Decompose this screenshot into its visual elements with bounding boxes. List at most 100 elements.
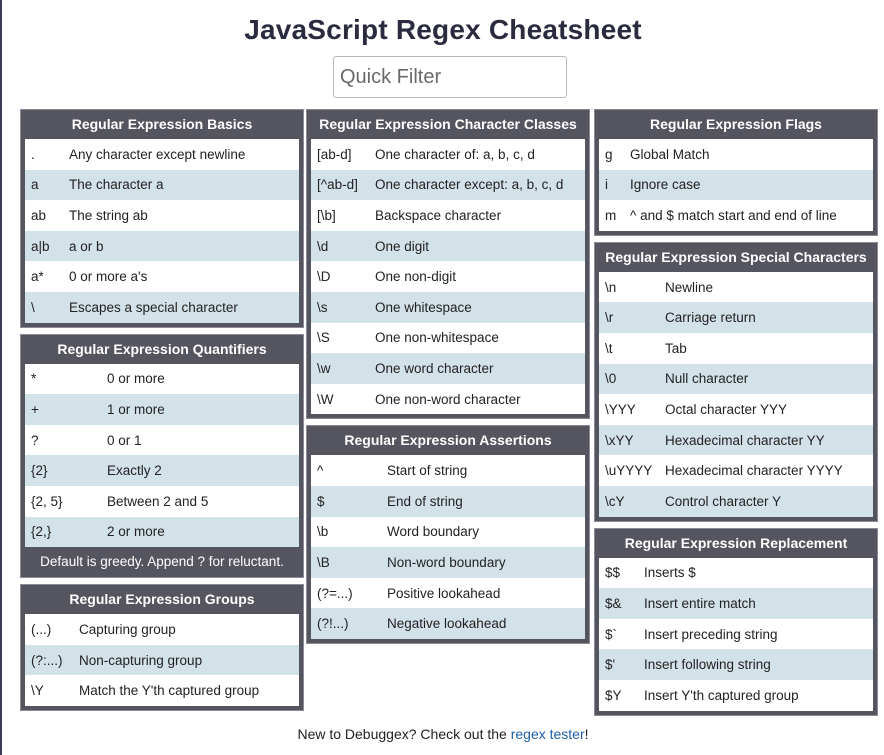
regex-description: Insert entire match xyxy=(644,595,756,611)
regex-token: \YYY xyxy=(605,401,636,417)
regex-token: a xyxy=(31,177,39,193)
regex-description: Insert preceding string xyxy=(644,626,778,642)
card-note: Default is greedy. Append ? for reluctan… xyxy=(40,554,284,570)
table-row: m ^ and $ match start and end of line xyxy=(599,200,873,231)
table-row: $Y Insert Y'th captured group xyxy=(599,679,873,711)
column-right: Regular Expression Flags g Global Match i Ig… xyxy=(594,109,878,722)
regex-token: \ xyxy=(31,299,35,315)
regex-description: Hexadecimal character YY xyxy=(665,432,825,448)
regex-token: \t xyxy=(605,340,613,356)
table-row: \uYYYY Hexadecimal character YYYY xyxy=(599,455,873,486)
card-title: Regular Expression Assertions xyxy=(344,432,552,449)
regex-token: $` xyxy=(605,626,618,642)
table-row: ? 0 or 1 xyxy=(25,424,299,456)
table-row: \xYY Hexadecimal character YY xyxy=(599,424,873,456)
regex-description: Between 2 and 5 xyxy=(107,493,209,509)
regex-token: {2} xyxy=(31,463,48,479)
table-row: \S One non-whitespace xyxy=(311,322,585,354)
regex-description: One character except: a, b, c, d xyxy=(375,177,564,193)
regex-description: One non-word character xyxy=(375,391,521,407)
table-row: \0 Null character xyxy=(599,363,873,395)
regex-description: End of string xyxy=(387,493,463,509)
card-title: Regular Expression Replacement xyxy=(624,534,848,551)
regex-tester-link[interactable]: regex tester xyxy=(511,726,585,742)
regex-description: 0 or more xyxy=(107,371,165,387)
table-row: {2} Exactly 2 xyxy=(25,455,299,486)
regex-token: [ab-d] xyxy=(317,146,352,162)
regex-description: Control character Y xyxy=(665,493,782,509)
table-row: [ab-d] One character of: a, b, c, d xyxy=(311,139,585,170)
table-row: \n Newline xyxy=(599,271,873,303)
table-row: (?:...) Non-capturing group xyxy=(25,644,299,676)
table-row: i Ignore case xyxy=(599,169,873,201)
regex-description: Capturing group xyxy=(79,621,176,637)
regex-token: ^ xyxy=(317,463,324,479)
table-row: $$ Inserts $ xyxy=(599,557,873,589)
table-row: . Any character except newline xyxy=(25,139,299,170)
regex-description: Ignore case xyxy=(630,177,701,193)
regex-token: (?!...) xyxy=(317,616,349,632)
regex-description: Octal character YYY xyxy=(665,401,788,417)
table-row: a* 0 or more a's xyxy=(25,261,299,292)
table-row: ab The string ab xyxy=(25,200,299,231)
regex-description: 0 or 1 xyxy=(107,432,142,448)
regex-token: i xyxy=(605,177,608,193)
table-row: +1 or more xyxy=(25,394,299,425)
regex-description: One word character xyxy=(375,360,494,376)
regex-token: {2,} xyxy=(31,524,52,540)
regex-token: $& xyxy=(605,595,622,611)
card-title: Regular Expression Quantifiers xyxy=(57,340,267,357)
regex-token: {2, 5} xyxy=(31,493,63,509)
regex-token: m xyxy=(605,207,617,223)
table-row: \W One non-word character xyxy=(311,383,585,415)
regex-token: \xYY xyxy=(605,432,634,448)
regex-description: Backspace character xyxy=(375,207,502,223)
regex-description: ^ and $ match start and end of line xyxy=(630,207,837,223)
card-assertions: Regular Expression Assertions ^ Start of s… xyxy=(306,425,590,644)
regex-token: \Y xyxy=(31,683,44,699)
table-row: \D One non-digit xyxy=(311,261,585,292)
regex-description: Hexadecimal character YYYY xyxy=(665,463,843,479)
footer: New to Debuggex? Check out the regex tes… xyxy=(2,726,884,742)
table-row: [^ab-d] One character except: a, b, c, d xyxy=(311,169,585,201)
quick-filter-input[interactable] xyxy=(333,56,567,98)
column-middle: Regular Expression Character Classes [ab-… xyxy=(306,109,590,650)
card-groups: Regular Expression Groups (...) Capturing … xyxy=(20,584,304,711)
table-row: g Global Match xyxy=(599,139,873,170)
table-row: \ Escapes a special character xyxy=(25,291,299,323)
table-row: (?!...) Negative lookahead xyxy=(311,608,585,639)
table-row: \w One word character xyxy=(311,353,585,384)
regex-token: [^ab-d] xyxy=(317,177,358,193)
table-row: $` Insert preceding string xyxy=(599,618,873,650)
regex-token: \d xyxy=(317,238,329,254)
regex-description: Non-word boundary xyxy=(387,554,506,570)
table-row: \t Tab xyxy=(599,332,873,364)
regex-description: Positive lookahead xyxy=(387,585,501,601)
regex-token: \w xyxy=(317,360,331,376)
regex-description: Start of string xyxy=(387,463,468,479)
card-character-classes: Regular Expression Character Classes [ab-… xyxy=(306,109,590,420)
regex-description: a or b xyxy=(69,238,104,254)
regex-description: Carriage return xyxy=(665,310,756,326)
regex-token: (?:...) xyxy=(31,652,63,668)
regex-token: $ xyxy=(317,493,325,509)
card-flags: Regular Expression Flags g Global Match i Ig… xyxy=(594,109,878,236)
regex-description: Null character xyxy=(665,371,749,387)
table-row: \YYY Octal character YYY xyxy=(599,394,873,425)
regex-token: $Y xyxy=(605,687,622,703)
regex-token: * xyxy=(31,371,37,387)
regex-token: \r xyxy=(605,310,614,326)
regex-token: $$ xyxy=(605,565,621,581)
regex-description: 1 or more xyxy=(107,401,165,417)
column-left: Regular Expression Basics . Any character … xyxy=(20,109,304,717)
regex-description: One non-digit xyxy=(375,269,457,285)
card-title: Regular Expression Basics xyxy=(71,116,253,132)
regex-token: ? xyxy=(31,432,39,448)
regex-token: \0 xyxy=(605,371,617,387)
card-title: Regular Expression Flags xyxy=(650,116,822,132)
regex-description: One whitespace xyxy=(375,299,472,315)
table-row: \cY Control character Y xyxy=(599,485,873,517)
regex-description: Newline xyxy=(665,279,714,295)
table-row: \s One whitespace xyxy=(311,291,585,323)
table-row: \B Non-word boundary xyxy=(311,547,585,578)
